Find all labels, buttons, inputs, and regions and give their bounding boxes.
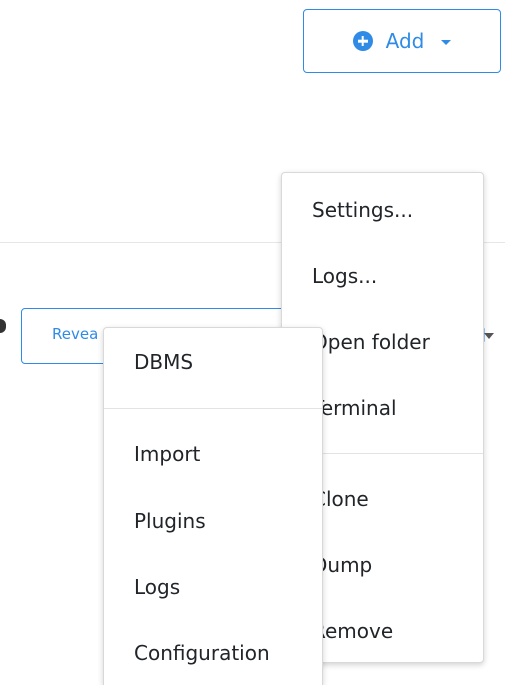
add-button-label: Add [385,29,425,53]
menu-item-settings[interactable]: Settings... [312,196,413,224]
caret-down-icon[interactable] [484,333,494,339]
menu-item-terminal[interactable]: Terminal [312,394,397,422]
menu-item-dbms[interactable]: DBMS [134,348,193,376]
plus-circle-icon [352,31,373,51]
menu-divider [104,408,322,409]
chevron-down-icon [441,39,452,45]
toggle-edge-icon[interactable] [0,319,6,333]
menu-item-open-folder[interactable]: Open folder [312,328,430,356]
menu-item-remove[interactable]: Remove [312,617,393,645]
menu-item-logs-dialog[interactable]: Logs... [312,262,377,290]
menu-item-logs[interactable]: Logs [134,573,180,601]
reveal-button-label: Revea [52,325,99,343]
menu-item-import[interactable]: Import [134,440,200,468]
menu-item-plugins[interactable]: Plugins [134,507,206,535]
menu-item-configuration[interactable]: Configuration [134,639,270,667]
main-dropdown-menu: DBMS Import Plugins Logs Configuration [103,327,323,685]
add-button[interactable]: Add [303,9,501,73]
